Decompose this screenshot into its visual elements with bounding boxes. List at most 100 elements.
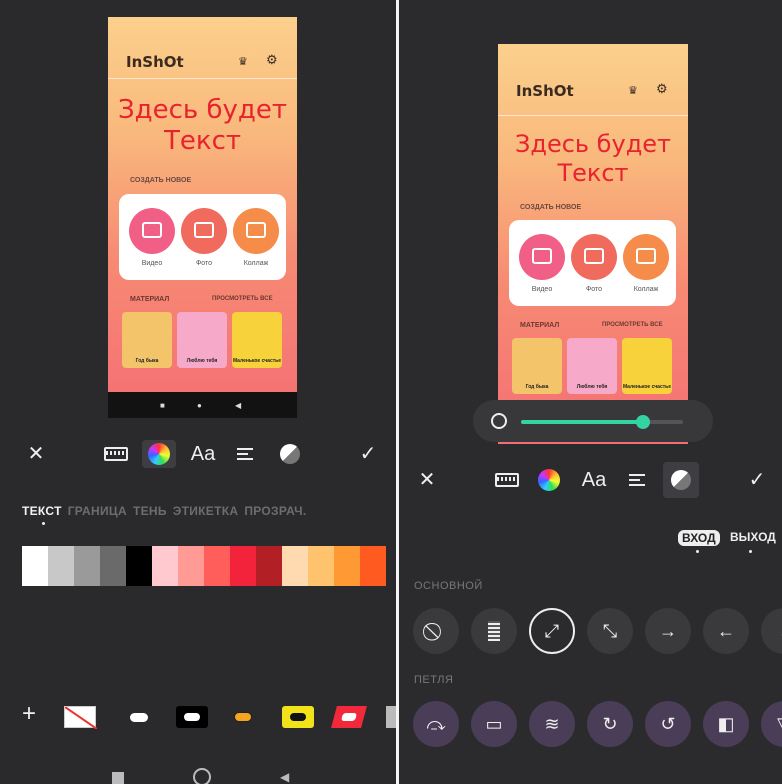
anim-right-button[interactable]: → [645, 608, 691, 654]
slider-knob[interactable] [635, 415, 650, 429]
loop-shake-button[interactable]: ▽ [761, 701, 782, 747]
tab-opacity[interactable]: ПРОЗРАЧ. [244, 504, 306, 518]
nav-back-icon[interactable]: ◀ [235, 401, 241, 410]
material-thumb-3-right[interactable]: Маленькое счастье [622, 338, 672, 394]
material-thumb-1-right[interactable]: Год быка [512, 338, 562, 394]
loop-flip-button[interactable]: ◧ [703, 701, 749, 747]
sys-square-icon[interactable] [112, 772, 124, 784]
loop-rotate-button[interactable]: ↻ [587, 701, 633, 747]
material-thumb-2[interactable]: Люблю тебя [177, 312, 227, 368]
collage-label-right: Коллаж [633, 286, 659, 293]
view-all-link-right[interactable]: ПРОСМОТРЕТЬ ВСЕ [602, 322, 663, 328]
align-icon [237, 448, 253, 460]
video-button[interactable] [129, 208, 175, 254]
crown-icon[interactable]: ♛ [238, 55, 250, 68]
shape-partial[interactable] [386, 706, 396, 728]
photo-icon [194, 222, 214, 238]
color-tab[interactable] [142, 440, 176, 468]
sys-back-icon[interactable]: ◀ [280, 770, 289, 784]
no-fill-icon [64, 706, 98, 730]
tab-border[interactable]: ГРАНИЦА [68, 504, 127, 518]
color-swatch[interactable] [22, 546, 48, 586]
video-button-right[interactable] [519, 234, 565, 280]
shape-box-yellow[interactable] [282, 706, 314, 728]
text-line-1: Здесь будет [117, 95, 288, 125]
anim-fade-button[interactable] [471, 608, 517, 654]
material-thumb-2-right[interactable]: Люблю тебя [567, 338, 617, 394]
collage-button-right[interactable] [623, 234, 669, 280]
loop-rotate-back-button[interactable]: ↺ [645, 701, 691, 747]
loop-jump-button[interactable]: ⤼ [413, 701, 459, 747]
shape-tilt-red[interactable] [331, 706, 367, 728]
anim-zoom-out-button[interactable]: ⤡ [587, 608, 633, 654]
color-swatch[interactable] [282, 546, 308, 586]
font-tab-right[interactable]: Aa [579, 466, 609, 494]
tab-text[interactable]: ТЕКСТ [22, 504, 62, 525]
shape-pill-white[interactable] [130, 713, 148, 722]
color-swatch[interactable] [360, 546, 386, 586]
animation-icon [280, 444, 300, 464]
view-all-link[interactable]: ПРОСМОТРЕТЬ ВСЕ [212, 296, 273, 302]
gear-icon-right[interactable]: ⚙ [656, 81, 668, 97]
text-layer[interactable]: Здесь будет Текст [108, 95, 297, 157]
collage-label: Коллаж [243, 260, 269, 267]
add-shape-button[interactable]: + [22, 700, 36, 728]
photo-button-right[interactable] [571, 234, 617, 280]
create-new-label-right: СОЗДАТЬ НОВОЕ [520, 204, 582, 211]
align-tab-right[interactable] [627, 466, 647, 494]
sys-home-icon[interactable] [193, 768, 211, 784]
color-swatch[interactable] [100, 546, 126, 586]
loop-slide-button[interactable]: ▭ [471, 701, 517, 747]
photo-button[interactable] [181, 208, 227, 254]
animation-tab[interactable] [278, 440, 302, 468]
confirm-button[interactable]: ✓ [356, 440, 380, 468]
align-tab[interactable] [235, 440, 255, 468]
color-swatch[interactable] [178, 546, 204, 586]
text-layer-right[interactable]: Здесь будет Текст [498, 130, 688, 188]
color-swatch[interactable] [230, 546, 256, 586]
anim-none-button[interactable]: ⃠ [413, 608, 459, 654]
color-swatch[interactable] [152, 546, 178, 586]
photo-label: Фото [195, 260, 213, 267]
animation-icon-right [671, 470, 691, 490]
color-swatch[interactable] [308, 546, 334, 586]
keyboard-icon [104, 447, 128, 461]
no-label-shape[interactable] [64, 706, 98, 730]
anim-down-button[interactable]: ↓ [761, 608, 782, 654]
material-thumb-3[interactable]: Маленькое счастье [232, 312, 282, 368]
color-swatch[interactable] [204, 546, 230, 586]
confirm-button-right[interactable]: ✓ [745, 466, 769, 494]
font-tab[interactable]: Aa [188, 440, 218, 468]
color-swatch[interactable] [48, 546, 74, 586]
tab-label[interactable]: ЭТИКЕТКА [173, 504, 239, 518]
color-swatch[interactable] [334, 546, 360, 586]
nav-square-icon[interactable]: ■ [160, 401, 165, 410]
color-swatch[interactable] [126, 546, 152, 586]
duration-slider-box [473, 400, 713, 442]
color-tab-right[interactable] [537, 466, 561, 494]
shape-pill-orange[interactable] [234, 712, 252, 722]
material-thumb-1[interactable]: Год быка [122, 312, 172, 368]
root: InShOt ♛ ⚙ Здесь будет Текст СОЗДАТЬ НОВ… [0, 0, 782, 784]
keyboard-tab-right[interactable] [493, 466, 521, 494]
collage-button[interactable] [233, 208, 279, 254]
shape-box-black[interactable] [176, 706, 208, 728]
keyboard-icon-right [495, 473, 519, 487]
close-button[interactable]: ✕ [24, 440, 48, 468]
in-tab[interactable]: ВХОД [678, 530, 720, 546]
gear-icon[interactable]: ⚙ [266, 52, 278, 68]
keyboard-tab[interactable] [102, 440, 130, 468]
close-button-right[interactable]: ✕ [415, 466, 439, 494]
tab-shadow[interactable]: ТЕНЬ [133, 504, 167, 518]
phone-navbar: ■ ● ◀ [108, 392, 297, 418]
crown-icon-right[interactable]: ♛ [628, 84, 640, 97]
loop-wave-button[interactable]: ≋ [529, 701, 575, 747]
out-tab[interactable]: ВЫХОД [730, 530, 776, 544]
nav-circle-icon[interactable]: ● [197, 401, 202, 410]
duration-slider[interactable] [521, 415, 683, 429]
color-swatch[interactable] [74, 546, 100, 586]
anim-left-button[interactable]: ← [703, 608, 749, 654]
animation-tab-right[interactable] [663, 462, 699, 498]
color-swatch[interactable] [256, 546, 282, 586]
anim-zoom-in-button[interactable]: ⤢ [529, 608, 575, 654]
